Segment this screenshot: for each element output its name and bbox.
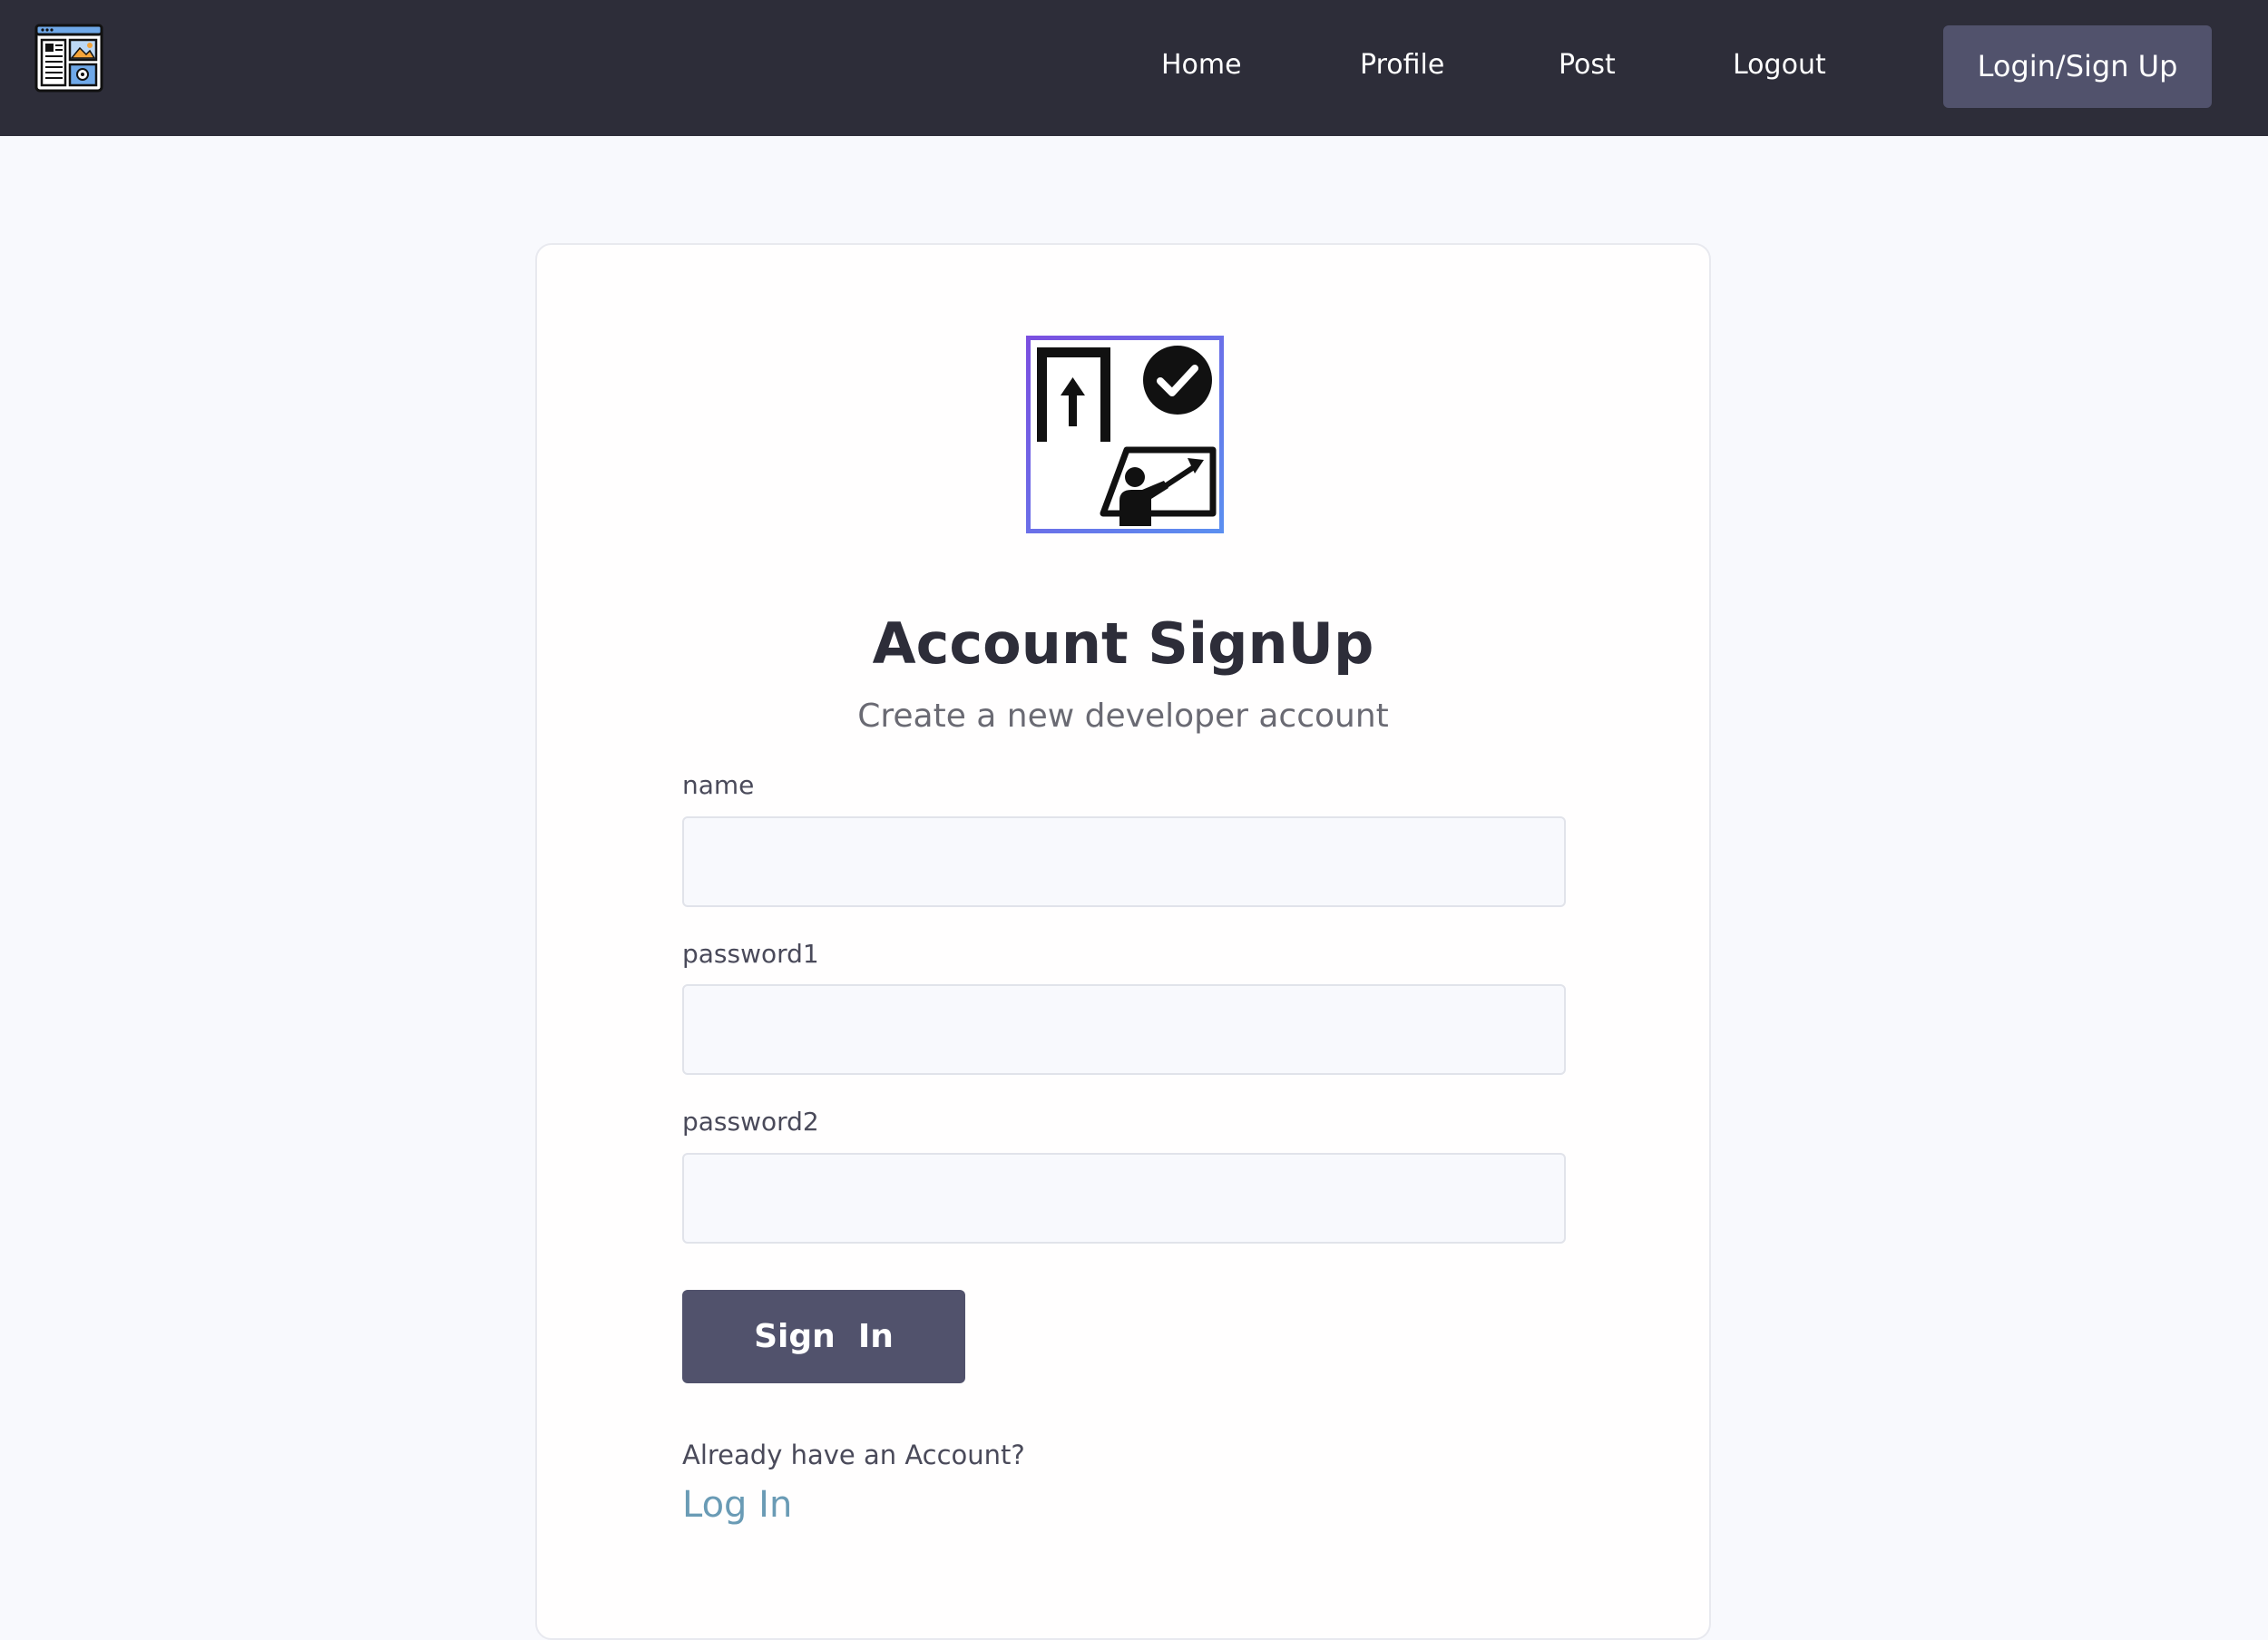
password2-label: password2: [682, 1107, 819, 1137]
signup-presentation-icon: [1026, 336, 1224, 533]
name-label: name: [682, 770, 755, 800]
log-in-link[interactable]: Log In: [682, 1482, 792, 1528]
password1-label: password1: [682, 939, 819, 969]
signup-card: Account SignUp Create a new developer ac…: [535, 243, 1711, 1640]
newspaper-logo-icon[interactable]: [34, 24, 103, 93]
top-navbar: Home Profile Post Logout Login/Sign Up: [0, 0, 2268, 136]
page-title: Account SignUp: [872, 610, 1374, 677]
nav-link-post[interactable]: Post: [1559, 45, 1616, 85]
nav-link-logout[interactable]: Logout: [1733, 45, 1826, 85]
login-signup-button[interactable]: Login/Sign Up: [1943, 25, 2212, 108]
name-input[interactable]: [682, 816, 1566, 907]
nav-link-profile[interactable]: Profile: [1360, 45, 1444, 85]
sign-in-button[interactable]: Sign In: [682, 1290, 965, 1383]
page-subtitle: Create a new developer account: [857, 698, 1389, 735]
nav-link-home[interactable]: Home: [1161, 45, 1242, 85]
password2-input[interactable]: [682, 1153, 1566, 1244]
password1-input[interactable]: [682, 984, 1566, 1075]
already-have-account-text: Already have an Account?: [682, 1440, 1025, 1470]
